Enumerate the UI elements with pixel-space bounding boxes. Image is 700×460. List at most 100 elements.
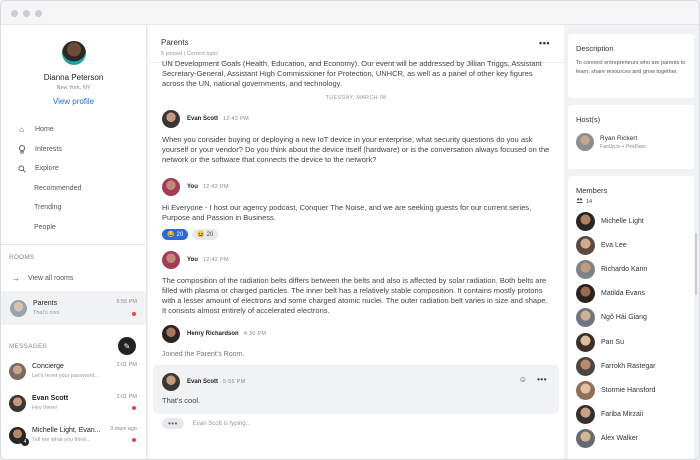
avatar[interactable] bbox=[162, 373, 180, 391]
nav-item-label: Recommended bbox=[34, 184, 82, 192]
avatar bbox=[576, 259, 595, 279]
member-name: Ngô Hải Giang bbox=[601, 314, 647, 322]
window-control-maximize[interactable] bbox=[35, 10, 42, 17]
member-list: Michelle Light Eva Lee Richardo Kann Mat… bbox=[568, 209, 694, 451]
rooms-section-label: ROOMS bbox=[9, 254, 35, 261]
chat-panel: Parents 5 pinned | Current topic ••• UN … bbox=[148, 25, 564, 459]
avatar bbox=[576, 429, 595, 449]
host-name: Ryan Rickert bbox=[600, 134, 638, 142]
message-time: 12:42 PM bbox=[223, 116, 249, 122]
nav-item-interests[interactable]: Interests bbox=[1, 140, 146, 160]
dm-name: Concierge bbox=[32, 363, 64, 370]
member-item[interactable]: Stormie Hansford bbox=[568, 378, 694, 402]
more-options-icon[interactable]: ••• bbox=[537, 375, 547, 384]
nav-item-explore[interactable]: Explore bbox=[1, 159, 146, 179]
message-author: Henry Richardson bbox=[187, 331, 239, 337]
room-avatar bbox=[10, 299, 27, 317]
hosts-card: Host(s) Ryan Rickert FanUp.io + PintPass bbox=[568, 105, 694, 169]
member-name: Matilda Evans bbox=[601, 290, 645, 298]
nav-item-people[interactable]: People bbox=[1, 218, 146, 238]
avatar[interactable] bbox=[162, 178, 180, 196]
members-title: Members bbox=[576, 186, 608, 195]
member-item[interactable]: Matilda Evans bbox=[568, 282, 694, 306]
room-name: Parents bbox=[33, 300, 58, 307]
room-item-parents[interactable]: Parents That's cool 5:55 PM bbox=[1, 291, 146, 325]
avatar bbox=[576, 211, 595, 231]
main-nav: ⌂ Home Interests Explore Recommended Tre… bbox=[1, 120, 146, 237]
profile-location: New York, NY bbox=[56, 85, 91, 91]
member-count-value: 14 bbox=[586, 198, 593, 205]
arrow-right-icon: → bbox=[11, 273, 20, 283]
member-item[interactable]: Pan Su bbox=[568, 330, 694, 354]
message-time: 12:42 PM bbox=[202, 257, 229, 263]
description-card: Description To connect entrepreneurs who… bbox=[568, 34, 694, 98]
reaction-chip[interactable]: 😂 20 bbox=[162, 229, 189, 240]
message-text: Hi Everyone - I host our agency podcast,… bbox=[162, 203, 532, 222]
message-time: 12:42 PM bbox=[202, 184, 229, 190]
nav-item-trending[interactable]: Trending bbox=[1, 198, 146, 218]
member-item[interactable]: Eva Lee bbox=[568, 233, 694, 257]
more-options-icon[interactable]: ••• bbox=[539, 38, 550, 48]
dm-time: 2:01 PM bbox=[116, 362, 137, 368]
member-name: Farrokh Rastegar bbox=[601, 362, 656, 370]
member-item[interactable]: Alex Walker bbox=[568, 427, 694, 451]
avatar bbox=[576, 133, 594, 151]
dm-item[interactable]: 4 Michelle Light, Evan... Tell me what y… bbox=[1, 419, 146, 451]
dm-time: 3 days ago bbox=[110, 426, 137, 432]
message-text: When you consider buying or deploying a … bbox=[162, 135, 550, 164]
window-control-minimize[interactable] bbox=[23, 10, 30, 17]
message-author: You bbox=[187, 257, 198, 263]
avatar bbox=[576, 332, 595, 352]
room-preview: That's cool bbox=[33, 310, 60, 316]
view-profile-link[interactable]: View profile bbox=[1, 97, 146, 106]
nav-item-label: People bbox=[34, 223, 56, 231]
title-bar bbox=[1, 1, 699, 25]
avatar bbox=[576, 356, 595, 376]
avatar[interactable] bbox=[61, 41, 86, 65]
members-scrollbar[interactable] bbox=[695, 233, 697, 295]
message-header: Evan Scott 5:55 PM bbox=[162, 370, 550, 394]
dm-item[interactable]: Concierge Let's reset your password... 2… bbox=[1, 355, 146, 387]
unread-indicator bbox=[132, 312, 136, 316]
message: Henry Richardson 4:30 PM bbox=[148, 322, 564, 346]
reaction-chip[interactable]: 😆 20 bbox=[192, 229, 219, 240]
add-reaction-icon[interactable]: ☺ bbox=[519, 375, 527, 384]
member-name: Alex Walker bbox=[601, 435, 639, 443]
member-name: Fariba Mirzaii bbox=[601, 411, 644, 419]
avatar bbox=[576, 405, 595, 425]
avatar[interactable] bbox=[162, 110, 180, 128]
message-author: You bbox=[187, 184, 198, 190]
typing-indicator: ••• Evan Scott is typing... bbox=[148, 418, 564, 429]
host-item[interactable]: Ryan Rickert FanUp.io + PintPass bbox=[568, 124, 694, 151]
message-feed[interactable]: UN Development Goals (Health, Education,… bbox=[148, 59, 564, 429]
member-item[interactable]: Farrokh Rastegar bbox=[568, 354, 694, 378]
dm-item[interactable]: Evan Scott Hey there! 2:01 PM bbox=[1, 387, 146, 419]
message: Evan Scott 12:42 PM bbox=[148, 107, 564, 131]
dm-text: Michelle Light, Evan... Tell me what you… bbox=[32, 427, 100, 443]
left-sidebar: Dianna Peterson New York, NY View profil… bbox=[1, 25, 147, 459]
nav-item-home[interactable]: ⌂ Home bbox=[1, 120, 146, 140]
highlighted-message[interactable]: Evan Scott 5:55 PM That's cool. ☺ ••• bbox=[153, 365, 559, 414]
member-item[interactable]: Ngô Hải Giang bbox=[568, 306, 694, 330]
avatar: 4 bbox=[9, 426, 29, 446]
member-item[interactable]: Fariba Mirzaii bbox=[568, 403, 694, 427]
pencil-icon: ✎ bbox=[123, 341, 131, 351]
view-all-rooms-link[interactable]: → View all rooms bbox=[1, 273, 146, 283]
window-control-close[interactable] bbox=[11, 10, 18, 17]
member-item[interactable]: Richardo Kann bbox=[568, 257, 694, 281]
avatar[interactable] bbox=[162, 251, 180, 269]
avatar[interactable] bbox=[162, 325, 180, 343]
compose-button[interactable]: ✎ bbox=[118, 337, 136, 355]
message-header: You 12:42 PM bbox=[162, 175, 550, 199]
member-name: Stormie Hansford bbox=[601, 386, 656, 394]
avatar bbox=[9, 362, 26, 380]
typing-text: Evan Scott is typing... bbox=[192, 420, 251, 427]
messages-header: MESSAGES ✎ bbox=[1, 337, 146, 355]
member-item[interactable]: Michelle Light bbox=[568, 209, 694, 233]
message-text: That's cool. bbox=[162, 396, 201, 405]
nav-item-recommended[interactable]: Recommended bbox=[1, 179, 146, 199]
dm-preview: Let's reset your password... bbox=[32, 373, 100, 379]
bulb-icon bbox=[17, 144, 26, 154]
member-name: Richardo Kann bbox=[601, 265, 648, 273]
avatar bbox=[576, 235, 595, 255]
